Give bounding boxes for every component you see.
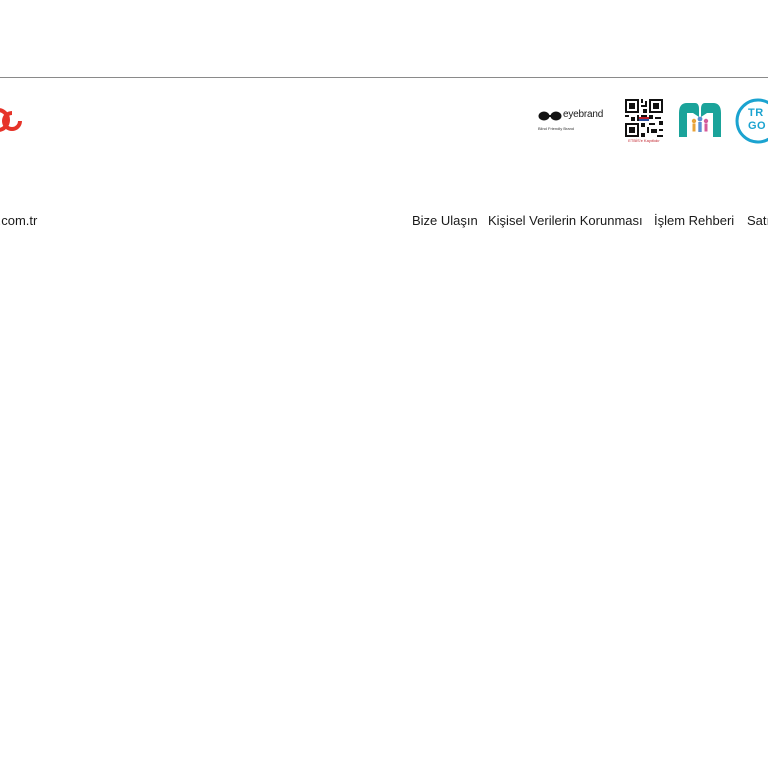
eyebrand-name: eyebrand bbox=[563, 109, 604, 120]
brand-logo-icon[interactable] bbox=[0, 106, 26, 134]
eyebrand-subtitle: Blind Friendly Brand bbox=[538, 126, 575, 131]
trgo-line1: TR bbox=[748, 107, 764, 119]
eyebrand-logo[interactable]: eyebrand Blind Friendly Brand bbox=[536, 108, 612, 134]
top-divider bbox=[0, 77, 768, 78]
site-domain: t.com.tr bbox=[0, 213, 38, 228]
page-viewport: eyebrand Blind Friendly Brand ETBİS'e Ka… bbox=[0, 0, 768, 768]
etbis-badge[interactable]: ETBİS'e Kayıtlıdır bbox=[625, 99, 663, 145]
footer-link-sales[interactable]: Satı bbox=[747, 213, 768, 228]
footer-link-contact[interactable]: Bize Ulaşın bbox=[412, 213, 478, 228]
etbis-label: ETBİS'e Kayıtlıdır bbox=[628, 138, 660, 143]
qr-code-icon bbox=[625, 99, 663, 137]
eyebrand-mark-icon bbox=[538, 111, 562, 121]
trgo-logo[interactable]: TR GO bbox=[734, 97, 768, 145]
footer-link-transaction-guide[interactable]: İşlem Rehberi bbox=[654, 213, 734, 228]
footer-links-row: t.com.tr Bize Ulaşın Kişisel Verilerin K… bbox=[0, 213, 768, 231]
trgo-line2: GO bbox=[748, 120, 767, 132]
hands-family-icon[interactable] bbox=[677, 99, 723, 139]
footer-link-privacy[interactable]: Kişisel Verilerin Korunması bbox=[488, 213, 643, 228]
